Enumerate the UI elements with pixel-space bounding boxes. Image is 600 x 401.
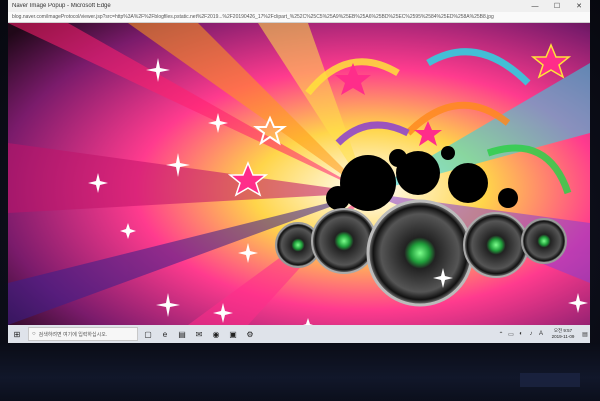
edge-browser-icon[interactable]: e — [158, 325, 172, 343]
system-tray: ⌃ ▭ ◐ ♪ A 오전 9:57 2019-11-09 ▤ — [496, 325, 590, 343]
settings-icon[interactable]: ⚙ — [243, 325, 257, 343]
taskbar-search-box[interactable]: ○ 검색하려면 여기에 입력하십시오. — [28, 327, 138, 341]
monitor-bezel — [0, 343, 600, 401]
search-placeholder: 검색하려면 여기에 입력하십시오. — [38, 331, 108, 338]
image-viewport — [8, 23, 590, 325]
windows-start-icon[interactable]: ⊞ — [8, 325, 26, 343]
task-view-icon[interactable]: ▢ — [141, 325, 155, 343]
input-language-icon[interactable]: A — [536, 331, 546, 337]
file-explorer-icon[interactable]: ▤ — [175, 325, 189, 343]
music-artwork-image — [8, 23, 590, 325]
minimize-button[interactable]: — — [524, 0, 546, 12]
screen-glare — [520, 373, 580, 387]
maximize-button[interactable]: ☐ — [546, 0, 568, 12]
close-button[interactable]: ✕ — [568, 0, 590, 12]
chrome-icon[interactable]: ◉ — [209, 325, 223, 343]
volume-icon[interactable]: ♪ — [526, 331, 536, 337]
battery-icon[interactable]: ▭ — [506, 331, 516, 338]
window-titlebar[interactable]: Naver Image Popup - Microsoft Edge — ☐ ✕ — [8, 0, 590, 12]
window-title: Naver Image Popup - Microsoft Edge — [12, 3, 111, 9]
taskbar-clock[interactable]: 오전 9:57 2019-11-09 — [546, 328, 580, 340]
url-text[interactable]: blog.naver.com/imageProtocol/viewer.jsp?… — [8, 14, 494, 20]
monitor-photo: Naver Image Popup - Microsoft Edge — ☐ ✕… — [0, 0, 600, 401]
taskbar: ⊞ ○ 검색하려면 여기에 입력하십시오. ▢ e ▤ ✉ ◉ ▣ ⚙ ⌃ ▭ … — [8, 325, 590, 343]
clock-date: 2019-11-09 — [551, 334, 575, 339]
notification-icon[interactable]: ▤ — [580, 331, 590, 338]
network-icon[interactable]: ◐ — [516, 331, 526, 337]
screen: Naver Image Popup - Microsoft Edge — ☐ ✕… — [8, 0, 590, 343]
address-bar[interactable]: blog.naver.com/imageProtocol/viewer.jsp?… — [8, 12, 590, 23]
cortana-search-icon: ○ — [32, 331, 36, 337]
chevron-up-icon[interactable]: ⌃ — [496, 331, 506, 338]
store-icon[interactable]: ▣ — [226, 325, 240, 343]
mail-icon[interactable]: ✉ — [192, 325, 206, 343]
